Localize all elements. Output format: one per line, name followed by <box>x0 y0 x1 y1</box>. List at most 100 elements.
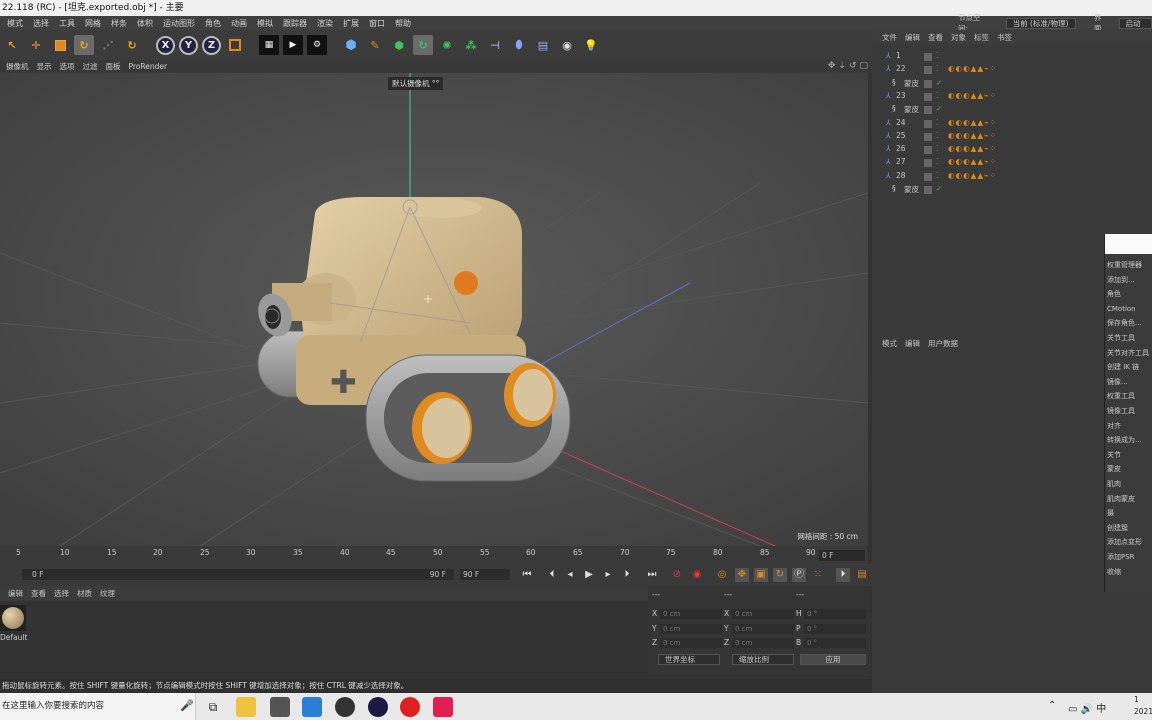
attr-menu-userdata[interactable]: 用户数据 <box>924 338 962 349</box>
file-explorer-icon[interactable] <box>236 697 256 717</box>
object-name[interactable]: 蒙皮 <box>904 184 919 195</box>
timeline-ruler[interactable]: 5 10 15 20 25 30 35 40 45 50 55 60 65 70… <box>0 546 868 564</box>
rot-p-field[interactable]: 0 ° <box>804 624 866 634</box>
floor-icon[interactable]: ▤ <box>533 35 553 55</box>
mat-menu-material[interactable]: 材质 <box>73 588 96 599</box>
palette-item[interactable]: 权重管理器 <box>1107 258 1152 272</box>
live-select-icon[interactable]: ⋰ <box>98 35 118 55</box>
object-tags[interactable]: ◐◐◐▲▲⌁⁘ <box>948 171 997 180</box>
mat-menu-view[interactable]: 查看 <box>27 588 50 599</box>
rotate-tool-icon[interactable]: ↻ <box>74 35 94 55</box>
mat-menu-texture[interactable]: 纹理 <box>96 588 119 599</box>
palette-item[interactable]: 对齐 <box>1107 419 1152 433</box>
object-name[interactable]: 1 <box>896 51 901 60</box>
palette-item[interactable]: 添加到... <box>1107 273 1152 287</box>
enable-checkmark-icon[interactable]: ✓ <box>936 184 942 193</box>
orbit-icon[interactable]: ↺ <box>849 61 857 71</box>
object-name[interactable]: 28 <box>896 171 906 180</box>
obj-menu-view[interactable]: 查看 <box>924 32 947 43</box>
task-view-icon[interactable]: ⧉ <box>203 697 223 717</box>
coord-system-dropdown[interactable]: 世界坐标 <box>658 654 720 665</box>
object-name[interactable]: 23 <box>896 91 906 100</box>
enable-checkmark-icon[interactable]: ⁚ <box>936 131 938 140</box>
size-y-field[interactable]: 0 cm <box>732 624 794 634</box>
object-row[interactable]: ⅄ 27 ⁚ ◐◐◐▲▲⌁⁘ <box>872 157 1152 170</box>
vp-menu-options[interactable]: 选项 <box>56 61 79 72</box>
palette-item[interactable]: 肌肉 <box>1107 477 1152 491</box>
object-tags[interactable]: ◐◐◐▲▲⌁⁘ <box>948 131 997 140</box>
object-tags[interactable]: ◐◐◐▲▲⌁⁘ <box>948 91 997 100</box>
menu-mograph[interactable]: 运动图形 <box>158 18 200 29</box>
object-name[interactable]: 22 <box>896 64 906 73</box>
app-red-icon[interactable] <box>433 697 453 717</box>
enable-checkmark-icon[interactable]: ⁚ <box>936 64 938 73</box>
obs-icon[interactable] <box>335 697 355 717</box>
palette-item[interactable]: 关节工具 <box>1107 331 1152 345</box>
vp-menu-filter[interactable]: 过滤 <box>79 61 102 72</box>
mat-menu-edit[interactable]: 编辑 <box>4 588 27 599</box>
scale-tool-icon[interactable] <box>50 35 70 55</box>
z-axis-icon[interactable]: Z <box>202 35 221 55</box>
object-row[interactable]: § 蒙皮 ✓ <box>872 78 1152 91</box>
pos-x-field[interactable]: 0 cm <box>660 609 722 619</box>
maximize-icon[interactable]: ▢ <box>859 61 868 71</box>
apply-button[interactable]: 应用 <box>800 654 866 665</box>
current-frame-field[interactable]: 0 F <box>819 550 865 561</box>
palette-item[interactable]: 添加PSR <box>1107 550 1152 564</box>
object-tags[interactable]: ◐◐◐▲▲⌁⁘ <box>948 64 997 73</box>
menu-tracker[interactable]: 跟踪器 <box>278 18 312 29</box>
enable-checkmark-icon[interactable]: ✓ <box>936 78 942 87</box>
volume-icon[interactable]: ⬮ <box>509 35 529 55</box>
3d-viewport[interactable]: ✚ + 默认摄像机 °° 网格间距: 50 cm <box>0 73 868 546</box>
palette-item[interactable]: 角色 <box>1107 287 1152 301</box>
visibility-toggle[interactable] <box>924 186 932 194</box>
obj-menu-edit[interactable]: 编辑 <box>901 32 924 43</box>
taskbar-search-input[interactable]: 在这里输入你要搜索的内容 <box>0 693 196 720</box>
key-pla-icon[interactable]: ⁙ <box>811 568 825 582</box>
pan-icon[interactable]: ✥ <box>828 61 836 71</box>
obj-menu-file[interactable]: 文件 <box>878 32 901 43</box>
enable-checkmark-icon[interactable]: ⁚ <box>936 51 938 60</box>
palette-item[interactable]: 关节对齐工具 <box>1107 346 1152 360</box>
object-row[interactable]: ⅄ 1 ⁚ <box>872 51 1152 64</box>
menu-extensions[interactable]: 扩展 <box>338 18 364 29</box>
magnet-icon[interactable] <box>400 697 420 717</box>
menu-simulate[interactable]: 模拟 <box>252 18 278 29</box>
obj-menu-tags[interactable]: 标签 <box>970 32 993 43</box>
object-name[interactable]: 27 <box>896 157 906 166</box>
enable-checkmark-icon[interactable]: ⁚ <box>936 157 938 166</box>
attr-menu-edit[interactable]: 编辑 <box>901 338 924 349</box>
field-icon[interactable]: ⊣ <box>485 35 505 55</box>
enable-checkmark-icon[interactable]: ⁚ <box>936 91 938 100</box>
max-frame-field[interactable]: 90 F <box>460 569 510 580</box>
keyframe-selection-icon[interactable]: ◎ <box>715 568 729 582</box>
object-tags[interactable]: ◐◐◐▲▲⌁⁘ <box>948 144 997 153</box>
vp-menu-camera[interactable]: 摄像机 <box>2 61 33 72</box>
size-x-field[interactable]: 0 cm <box>732 609 794 619</box>
subdivision-icon[interactable]: ⬢ <box>389 35 409 55</box>
object-row[interactable]: ⅄ 24 ⁚ ◐◐◐▲▲⌁⁘ <box>872 118 1152 131</box>
cube-icon[interactable]: ⬢ <box>341 35 361 55</box>
select-tool-icon[interactable]: ↖ <box>2 35 22 55</box>
palette-item[interactable]: 蒙皮 <box>1107 462 1152 476</box>
obj-menu-object[interactable]: 对象 <box>947 32 970 43</box>
dolly-icon[interactable]: ⇣ <box>838 61 846 71</box>
key-parameter-icon[interactable]: Ⓟ <box>792 568 806 582</box>
move-tool-icon[interactable]: ✛ <box>26 35 46 55</box>
go-to-end-icon[interactable]: ⏭ <box>645 568 659 582</box>
coordinate-system-icon[interactable] <box>225 35 245 55</box>
autokey-icon[interactable]: ◉ <box>690 568 704 582</box>
object-row[interactable]: ⅄ 22 ⁚ ◐◐◐▲▲⌁⁘ <box>872 64 1152 77</box>
render-settings-icon[interactable]: ⚙ <box>307 35 327 55</box>
play-icon[interactable]: ▶ <box>582 568 596 582</box>
palette-item[interactable]: 镜像... <box>1107 375 1152 389</box>
object-row[interactable]: ⅄ 28 ⁚ ◐◐◐▲▲⌁⁘ <box>872 171 1152 184</box>
palette-item[interactable]: 权重工具 <box>1107 389 1152 403</box>
object-name[interactable]: 25 <box>896 131 906 140</box>
menu-spline[interactable]: 样条 <box>106 18 132 29</box>
visibility-toggle[interactable] <box>924 53 932 61</box>
rot-h-field[interactable]: 0 ° <box>804 609 866 619</box>
object-row[interactable]: ⅄ 23 ⁚ ◐◐◐▲▲⌁⁘ <box>872 91 1152 104</box>
enable-checkmark-icon[interactable]: ⁚ <box>936 171 938 180</box>
menu-mode[interactable]: 模式 <box>2 18 28 29</box>
